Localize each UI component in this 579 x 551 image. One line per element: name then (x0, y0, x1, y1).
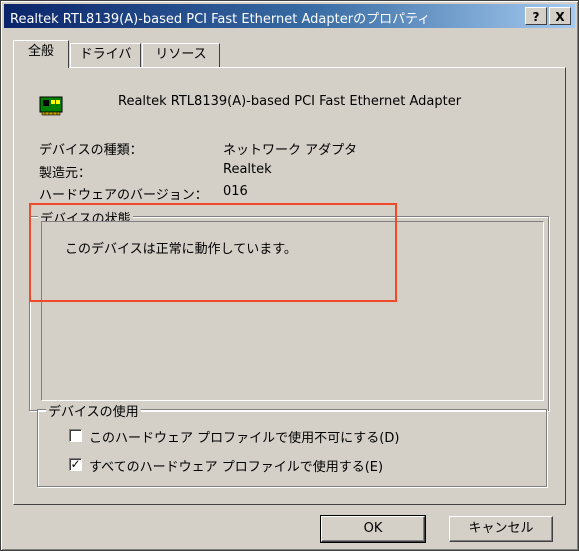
hardware-version-value: 016 (223, 184, 248, 199)
window-title: Realtek RTL8139(A)-based PCI Fast Ethern… (10, 12, 431, 27)
network-adapter-icon (39, 96, 63, 116)
properties-dialog: Realtek RTL8139(A)-based PCI Fast Ethern… (0, 0, 579, 551)
tab-driver[interactable]: ドライバ (70, 43, 141, 67)
cancel-button[interactable]: キャンセル (449, 516, 553, 542)
disable-profile-checkbox[interactable] (69, 429, 82, 442)
ok-button[interactable]: OK (320, 515, 426, 543)
manufacturer-value: Realtek (223, 162, 272, 177)
disable-profile-label[interactable]: このハードウェア プロファイルで使用不可にする(D) (89, 427, 399, 446)
tab-general[interactable]: 全般 (13, 40, 69, 68)
highlight-annotation (29, 203, 397, 302)
hardware-version-label: ハードウェアのバージョン： (39, 188, 208, 203)
device-type-label: デバイスの種類： (39, 143, 143, 158)
tab-resources[interactable]: リソース (142, 43, 220, 67)
manufacturer-label: 製造元： (39, 166, 92, 181)
device-name: Realtek RTL8139(A)-based PCI Fast Ethern… (118, 94, 462, 109)
help-button[interactable]: ? (525, 7, 547, 25)
device-usage-group: デバイスの使用 (37, 401, 547, 487)
device-usage-group-label: デバイスの使用 (46, 401, 141, 420)
device-type-value: ネットワーク アダプタ (223, 143, 358, 158)
use-all-profiles-checkbox[interactable]: ✓ (69, 458, 82, 471)
use-all-profiles-label[interactable]: すべてのハードウェア プロファイルで使用する(E) (89, 456, 383, 475)
close-button[interactable]: X (549, 7, 571, 25)
title-bar[interactable]: Realtek RTL8139(A)-based PCI Fast Ethern… (4, 4, 575, 28)
